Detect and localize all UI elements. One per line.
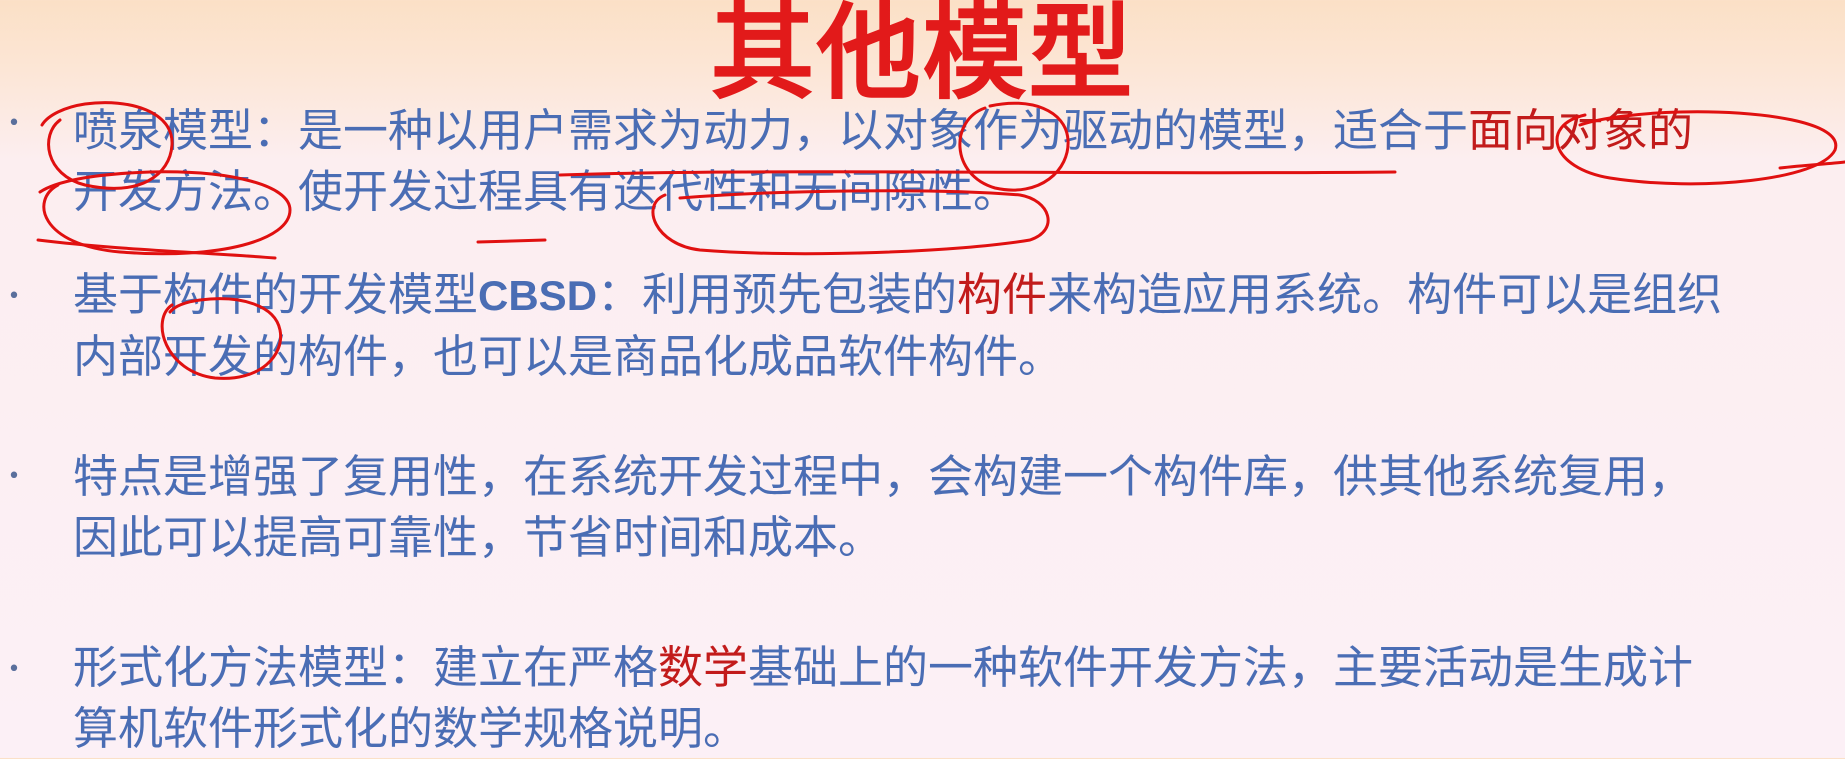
highlight-text: 面向对象的 [1468,104,1694,157]
text-segment: ：利用预先包装的 [597,268,958,321]
highlight-text: 构件 [957,268,1048,321]
text-segment: 形式化方法模型：建立在严格 [73,641,659,694]
slide-title: 其他模型 [710,0,1135,114]
underline-process [476,238,547,244]
paragraph-line: 特点是增强了复用性，在系统开发过程中，会构建一个构件库，供其他系统复用， [73,450,1694,503]
paragraph-line: 开发方法。使开发过程具有迭代性和无间隙性。 [73,165,1019,218]
paragraph-line: 形式化方法模型：建立在严格数学基础上的一种软件开发方法，主要活动是生成计 [73,637,1838,698]
highlight-text: 数学 [658,641,749,694]
paragraph-line: 基于构件的开发模型CBSD：利用预先包装的构件来构造应用系统。构件可以是组织 [73,264,1838,326]
paragraph-line: 因此可以提高可靠性，节省时间和成本。 [73,511,884,564]
paragraph-line: 算机软件形式化的数学规格说明。 [73,702,749,755]
paragraph-line: 内部开发的构件，也可以是商品化成品软件构件。 [73,330,1064,383]
cbsd-acronym: CBSD [478,272,598,319]
bullet-marker: • [7,464,21,489]
text-segment: 来构造应用系统。构件可以是组织 [1047,268,1723,321]
bullet-marker: • [7,657,21,682]
paragraph-formal-methods: 形式化方法模型：建立在严格数学基础上的一种软件开发方法，主要活动是生成计 算机软… [73,637,1838,759]
underline-development-method [36,238,277,260]
text-segment: 基于构件的开发模型 [73,268,479,321]
text-segment: 基础上的一种软件开发方法，主要活动是生成计 [748,641,1694,694]
bullet-marker: • [7,111,21,136]
paragraph-cbsd-features: 特点是增强了复用性，在系统开发过程中，会构建一个构件库，供其他系统复用， 因此可… [73,446,1838,568]
paragraph-cbsd-model: 基于构件的开发模型CBSD：利用预先包装的构件来构造应用系统。构件可以是组织 内… [73,264,1838,387]
paragraph-fountain-model: 喷泉模型：是一种以用户需求为动力，以对象作为驱动的模型，适合于面向对象的 开发方… [73,100,1838,222]
bullet-marker: • [7,284,21,309]
paragraph-line: 喷泉模型：是一种以用户需求为动力，以对象作为驱动的模型，适合于面向对象的 [73,100,1838,161]
text-segment: 喷泉模型：是一种以用户需求为动力，以对象作为驱动的模型，适合于 [73,104,1469,157]
